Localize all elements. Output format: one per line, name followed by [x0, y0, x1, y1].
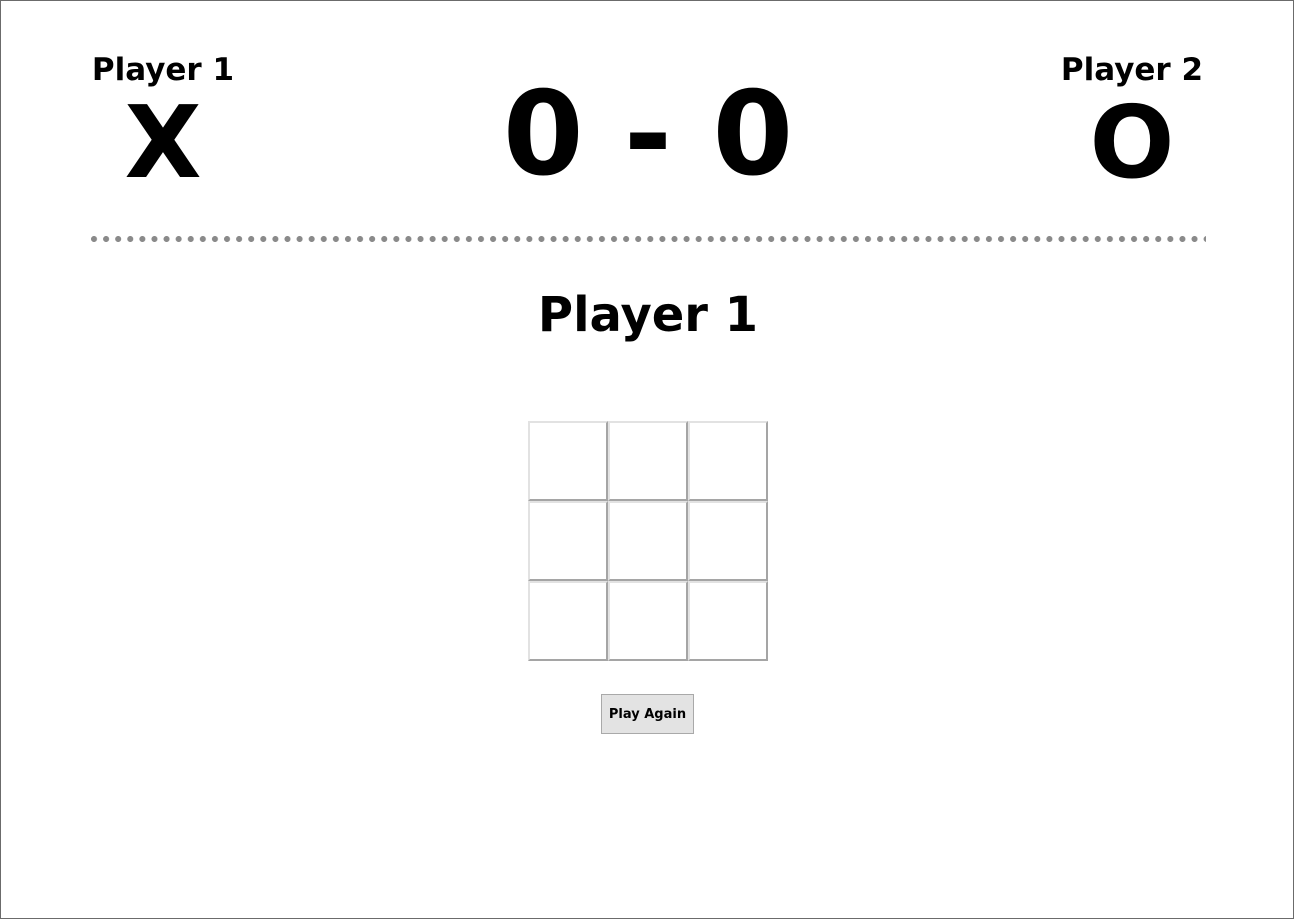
- board-cell-7[interactable]: [528, 581, 608, 661]
- board-cell-9[interactable]: [688, 581, 768, 661]
- board-cell-3[interactable]: [688, 421, 768, 501]
- player-2-panel: Player 2 O: [1032, 51, 1232, 193]
- player-1-panel: Player 1 X: [63, 51, 263, 193]
- player-1-symbol: X: [124, 84, 202, 201]
- game-window: Player 1 X 0 - 0 Player 2 O Player 1 Pla…: [0, 0, 1294, 919]
- player-2-symbol: O: [1089, 84, 1175, 201]
- play-again-button[interactable]: Play Again: [601, 694, 694, 734]
- game-board: [528, 421, 768, 661]
- board-cell-5[interactable]: [608, 501, 688, 581]
- current-turn-label: Player 1: [537, 287, 759, 343]
- board-cell-4[interactable]: [528, 501, 608, 581]
- board-cell-2[interactable]: [608, 421, 688, 501]
- scoreboard: 0 - 0: [502, 67, 794, 202]
- board-cell-1[interactable]: [528, 421, 608, 501]
- dotted-divider: [91, 236, 1206, 242]
- board-cell-8[interactable]: [608, 581, 688, 661]
- board-cell-6[interactable]: [688, 501, 768, 581]
